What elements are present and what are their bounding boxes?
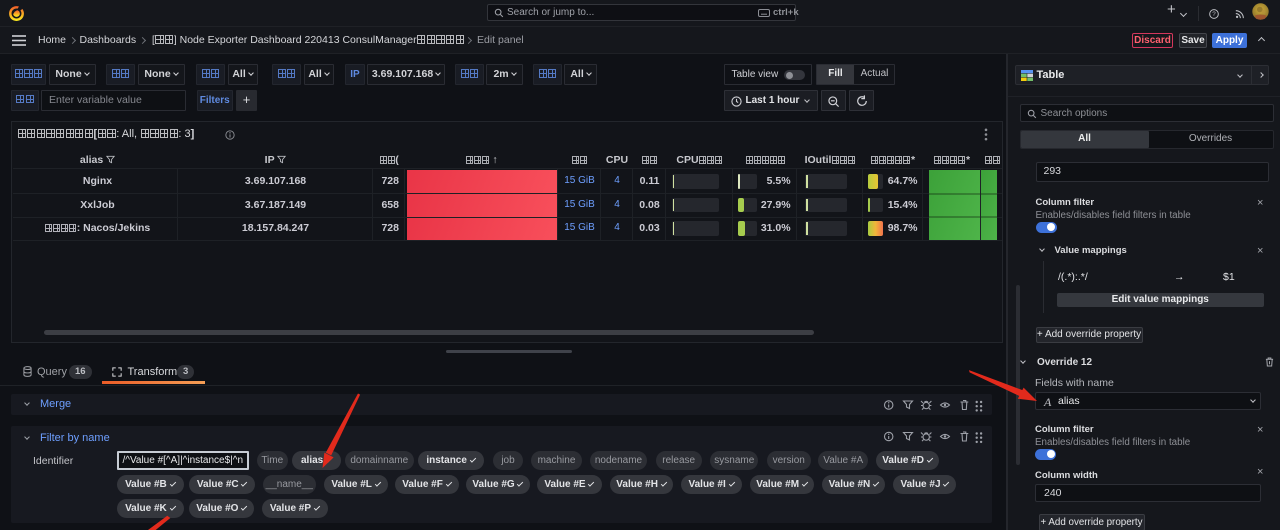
svg-text:?: ? bbox=[1212, 11, 1216, 18]
